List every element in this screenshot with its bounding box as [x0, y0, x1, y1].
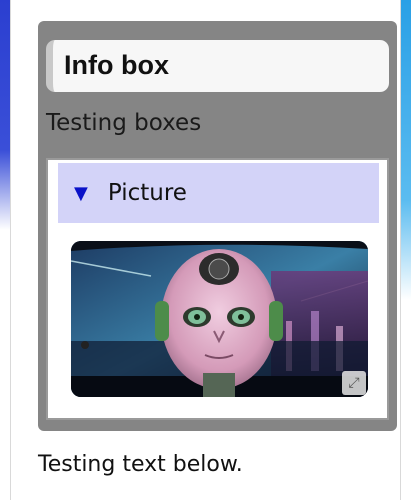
details-summary-label: Picture — [107, 180, 187, 206]
body-text: Testing text below. — [38, 452, 243, 477]
details-panel: ▼ Picture ⤢ — [46, 158, 389, 420]
expand-icon[interactable]: ⤢ — [342, 371, 366, 395]
content-card: Info box Testing boxes ▼ Picture ⤢ Testi… — [10, 0, 401, 500]
info-box-title: Info box — [46, 40, 389, 92]
triangle-down-icon: ▼ — [74, 182, 88, 204]
robot-illustration — [71, 241, 368, 397]
details-summary-picture[interactable]: ▼ Picture — [58, 163, 379, 223]
info-box: Info box Testing boxes ▼ Picture ⤢ — [38, 21, 397, 431]
info-box-subtitle: Testing boxes — [46, 110, 202, 136]
page-accent-right — [401, 0, 411, 500]
robot-picture[interactable]: ⤢ — [71, 241, 368, 397]
